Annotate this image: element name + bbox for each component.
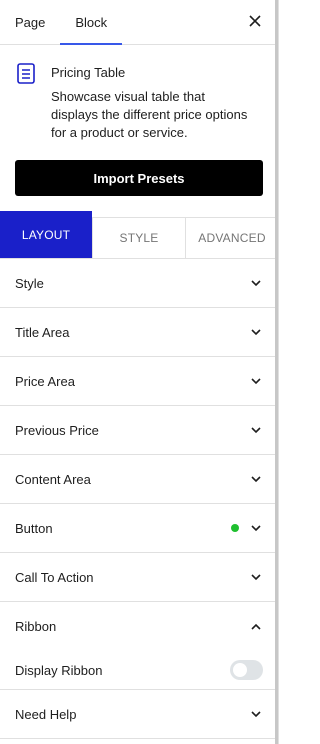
sidebar-tabs: Page Block	[0, 0, 278, 45]
panel-label: Content Area	[15, 471, 91, 487]
panel-label: Previous Price	[15, 422, 99, 438]
display-ribbon-toggle[interactable]	[230, 660, 263, 680]
tab-block[interactable]: Block	[60, 0, 122, 45]
close-icon	[249, 15, 261, 27]
panel-label: Button	[15, 520, 53, 536]
close-button[interactable]	[246, 12, 264, 30]
panel-label: Title Area	[15, 324, 70, 340]
chevron-down-icon	[251, 280, 261, 287]
block-title: Pricing Table	[51, 65, 126, 80]
tab-page[interactable]: Page	[0, 0, 60, 44]
pricing-table-icon	[17, 63, 35, 84]
chevron-down-icon	[251, 711, 261, 718]
modified-indicator	[231, 524, 239, 532]
chevron-down-icon	[251, 378, 261, 385]
chevron-down-icon	[251, 574, 261, 581]
panel-call-to-action[interactable]: Call To Action	[0, 553, 278, 602]
tab-layout[interactable]: LAYOUT	[0, 211, 92, 258]
panel-label: Price Area	[15, 373, 75, 389]
block-settings-sidebar: Page Block Pricing Table Showcase visual…	[0, 0, 279, 744]
scrollbar[interactable]	[275, 0, 278, 744]
chevron-down-icon	[251, 427, 261, 434]
panel-price-area[interactable]: Price Area	[0, 357, 278, 406]
panel-content-area[interactable]: Content Area	[0, 455, 278, 504]
settings-tabs: LAYOUT STYLE ADVANCED	[0, 211, 278, 259]
chevron-down-icon	[251, 476, 261, 483]
import-presets-button[interactable]: Import Presets	[15, 160, 263, 196]
panel-ribbon: Ribbon Display Ribbon	[0, 602, 278, 690]
panel-controls	[231, 521, 263, 535]
display-ribbon-label: Display Ribbon	[15, 662, 103, 678]
block-card: Pricing Table Showcase visual table that…	[0, 45, 278, 142]
panel-button[interactable]: Button	[0, 504, 278, 553]
panel-label: Ribbon	[15, 619, 57, 634]
panel-style[interactable]: Style	[0, 259, 278, 308]
chevron-down-icon	[251, 329, 261, 336]
tab-style[interactable]: STYLE	[92, 217, 185, 258]
panel-label: Call To Action	[15, 569, 94, 585]
chevron-down-icon	[251, 525, 261, 532]
panel-title-area[interactable]: Title Area	[0, 308, 278, 357]
panel-ribbon-header[interactable]: Ribbon	[0, 602, 278, 651]
block-description: Showcase visual table that displays the …	[51, 89, 248, 140]
panel-need-help[interactable]: Need Help	[0, 690, 278, 739]
display-ribbon-setting: Display Ribbon	[0, 651, 278, 689]
chevron-up-icon	[251, 623, 261, 630]
tab-advanced[interactable]: ADVANCED	[185, 217, 278, 258]
panel-label: Need Help	[15, 706, 77, 722]
panel-label: Style	[15, 275, 44, 291]
panel-previous-price[interactable]: Previous Price	[0, 406, 278, 455]
